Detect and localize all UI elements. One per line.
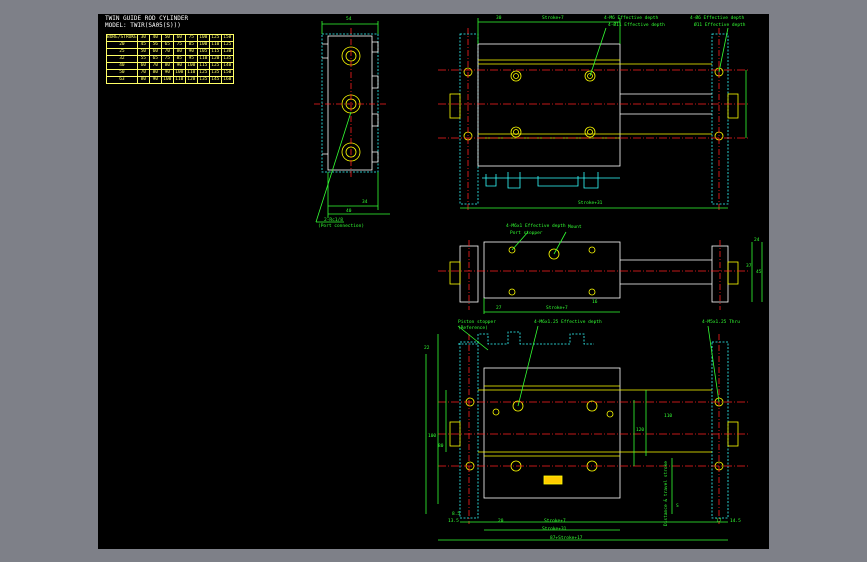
- mid-side-45-label: 45: [756, 270, 762, 275]
- top-left-plate: [459, 33, 479, 205]
- top-note2-label: 4-Ø11 Effective depth: [608, 23, 665, 28]
- mid-dim-16-label: 16: [592, 300, 598, 305]
- side-view: [314, 21, 390, 223]
- bot-dim-22-label: 22: [424, 346, 430, 351]
- bot-dim-80-label: 80: [438, 444, 444, 449]
- top-note1-label: 4-M6 Effective depth: [604, 16, 659, 21]
- side-dim-54-label: 54: [346, 17, 352, 22]
- top-dim-stroke-label: Stroke+7: [542, 16, 564, 21]
- top-dim-30-label: 30: [496, 16, 502, 21]
- bot-dim-17-label: 17: [716, 519, 722, 524]
- bot-note4-label: 4-M5x1.25 Thru: [702, 320, 740, 325]
- side-leader: [315, 111, 352, 223]
- bot-dim-stroke31-label: Stroke+31: [542, 527, 567, 532]
- bot-dim-85-label: 8.5: [452, 512, 461, 517]
- bot-dim-120-label: 120: [636, 428, 645, 433]
- cad-viewport[interactable]: TWIN GUIDE ROD CYLINDER MODEL: TWIR(SA05…: [98, 14, 769, 549]
- top-right-plate: [711, 33, 729, 205]
- mid-side-37-label: 37: [746, 264, 752, 269]
- bot-dim-s-label: S: [676, 504, 679, 509]
- top-view: [438, 18, 748, 210]
- top-rod-end-right: [727, 93, 739, 119]
- bot-dim-stroke7-label: Stroke+7: [544, 519, 566, 524]
- side-view-body: [327, 35, 373, 171]
- mid-body: [483, 241, 621, 299]
- middle-view: [438, 231, 763, 314]
- side-dim-40-label: 40: [346, 209, 352, 214]
- mid-note1-label: 4-M6x1 Effective depth: [506, 224, 566, 229]
- bot-dim-110-label: 110: [664, 414, 673, 419]
- side-dim-34-label: 34: [362, 200, 368, 205]
- side-note-label: 2-Rc1/8: [324, 218, 343, 223]
- bot-vert-note-label: Distance & travel stroke: [664, 460, 669, 526]
- mid-note3-label: Port stopper: [510, 231, 543, 236]
- bot-dim-135-label: 13.5: [448, 519, 459, 524]
- bot-dim-20-label: 20: [498, 519, 504, 524]
- top-piston-hidden: [482, 172, 620, 189]
- mid-side-24-label: 24: [754, 238, 760, 243]
- mid-dim-27-label: 27: [496, 306, 502, 311]
- side-view-left-notches: [322, 43, 328, 155]
- bot-note3-label: 4-M6x1.25 Effective depth: [534, 320, 602, 325]
- mid-dim-stroke-label: Stroke+7: [546, 306, 568, 311]
- side-note2-label: (Port connection): [318, 224, 365, 229]
- bot-dim-100-label: 100: [428, 434, 437, 439]
- side-view-notches: [372, 41, 379, 163]
- top-note4-label: Ø11 Effective depth: [694, 23, 746, 28]
- mid-note2-label: Mount: [568, 225, 582, 230]
- bot-note2-label: (Reference): [458, 326, 488, 331]
- bot-dim-total-label: 87+Stroke+17: [550, 536, 583, 541]
- top-note3-label: 4-Ø6 Effective depth: [690, 16, 745, 21]
- bot-dim-145-label: 14.5: [730, 519, 741, 524]
- top-rod-end-left: [449, 93, 461, 119]
- bottom-nameplate: [543, 475, 563, 485]
- bot-note1-label: Piston stopper: [458, 320, 496, 325]
- top-dim-stroke31-label: Stroke+31: [578, 201, 603, 206]
- top-body: [477, 43, 621, 167]
- bottom-view: [425, 325, 748, 541]
- side-view-outline: [321, 33, 379, 173]
